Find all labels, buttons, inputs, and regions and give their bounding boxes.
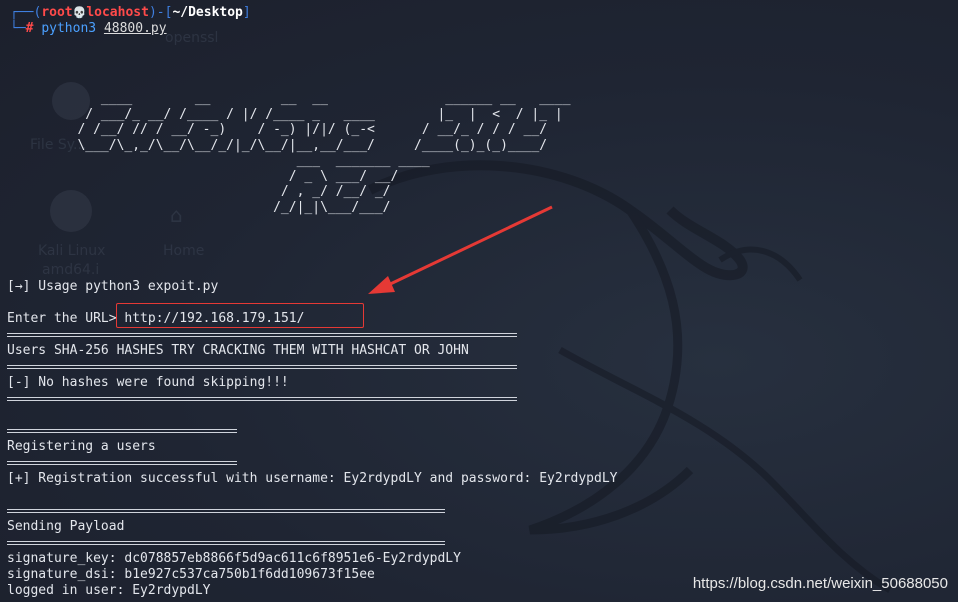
prompt-path: ~/Desktop [172, 5, 243, 20]
divider [7, 368, 517, 369]
divider [7, 512, 445, 513]
divider [7, 397, 517, 398]
skull-icon: 💀 [72, 6, 87, 19]
prompt-line-2: └─# python3 48800.py [10, 21, 167, 36]
amd64-label: amd64.i [42, 262, 100, 278]
no-hashes-line: [-] No hashes were found skipping!!! [7, 375, 289, 390]
prompt-hash: # [25, 21, 34, 36]
command-argument: 48800.py [103, 21, 167, 36]
divider [7, 429, 237, 430]
registration-line: [+] Registration successful with usernam… [7, 471, 618, 486]
signature-dsi-line: signature_dsi: b1e927c537ca750b1f6dd1096… [7, 567, 375, 582]
url-prompt-label: Enter the URL> [7, 311, 125, 326]
usage-line: [→] Usage python3 expoit.py [7, 279, 219, 294]
terminal-window[interactable]: File Sy... openssl Kali Linux amd64.i ⌂ … [0, 0, 958, 602]
openssl-label: openssl [165, 30, 219, 46]
ascii-banner: ____ __ __ __ ______ __ ____ / ___/_ __/… [77, 91, 571, 215]
url-highlight-box [116, 303, 364, 328]
divider [7, 461, 237, 462]
prompt-host: locahost [86, 5, 149, 20]
csdn-watermark: https://blog.csdn.net/weixin_50688050 [692, 575, 948, 592]
signature-key-line: signature_key: dc078857eb8866f5d9ac611c6… [7, 551, 461, 566]
divider [7, 365, 517, 366]
home-label: Home [163, 243, 205, 259]
registering-line: Registering a users [7, 439, 156, 454]
divider [7, 400, 517, 401]
divider [7, 333, 517, 334]
kali-dragon-background-icon [367, 160, 892, 594]
kali-linux-label: Kali Linux [38, 243, 106, 259]
divider [7, 544, 445, 545]
divider [7, 541, 445, 542]
logged-in-line: logged in user: Ey2rdypdLY [7, 583, 211, 598]
divider [7, 432, 237, 433]
prompt-line-1: ┌──(root💀locahost)-[~/Desktop] [10, 5, 251, 20]
hashes-title-line: Users SHA-256 HASHES TRY CRACKING THEM W… [7, 343, 469, 358]
command-name: python3 [41, 21, 97, 36]
divider [7, 336, 517, 337]
divider [7, 464, 237, 465]
prompt-user: root [41, 5, 73, 20]
sending-payload-line: Sending Payload [7, 519, 125, 534]
divider [7, 509, 445, 510]
